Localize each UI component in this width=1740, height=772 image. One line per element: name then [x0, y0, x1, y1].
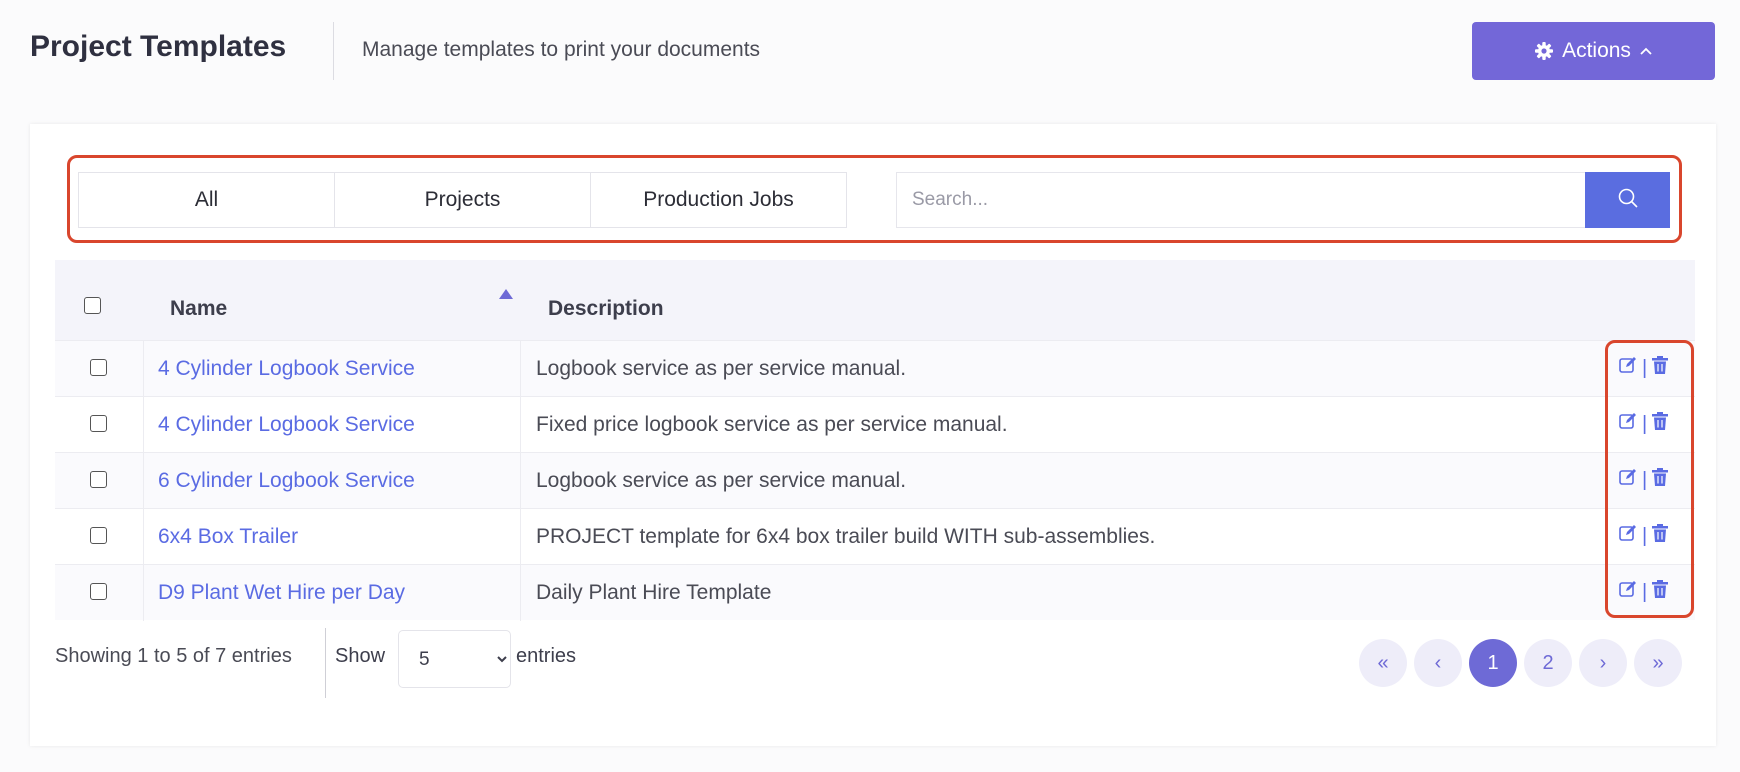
cell-divider — [143, 509, 144, 565]
template-description: PROJECT template for 6x4 box trailer bui… — [536, 525, 1156, 548]
templates-table: Name Description 4 Cylinder Logbook Serv… — [55, 260, 1695, 621]
template-description: Fixed price logbook service as per servi… — [536, 413, 1008, 436]
actions-button-label: Actions — [1562, 39, 1631, 62]
next-page-button[interactable]: › — [1579, 639, 1627, 687]
last-page-button[interactable]: » — [1634, 639, 1682, 687]
table-row: D9 Plant Wet Hire per Day Daily Plant Hi… — [55, 564, 1695, 621]
title-divider — [333, 22, 334, 80]
template-name-link[interactable]: 4 Cylinder Logbook Service — [158, 357, 415, 381]
table-row: 4 Cylinder Logbook Service Logbook servi… — [55, 340, 1695, 397]
page-subtitle: Manage templates to print your documents — [362, 38, 761, 61]
template-name-link[interactable]: 6 Cylinder Logbook Service — [158, 469, 415, 493]
table-info: Showing 1 to 5 of 7 entries — [55, 645, 292, 667]
table-row: 6 Cylinder Logbook Service Logbook servi… — [55, 452, 1695, 509]
footer-divider — [325, 628, 326, 698]
sort-asc-icon[interactable] — [499, 289, 513, 299]
column-header-name[interactable]: Name — [170, 297, 227, 321]
gear-icon — [1534, 41, 1554, 61]
template-name-link[interactable]: 6x4 Box Trailer — [158, 525, 298, 549]
column-header-description[interactable]: Description — [548, 297, 664, 321]
page-length-select[interactable]: 5 — [398, 630, 511, 688]
template-description: Logbook service as per service manual. — [536, 469, 907, 492]
table-body: 4 Cylinder Logbook Service Logbook servi… — [55, 340, 1695, 621]
page-button-2[interactable]: 2 — [1524, 639, 1572, 687]
template-description: Logbook service as per service manual. — [536, 357, 907, 380]
select-all-checkbox[interactable] — [84, 297, 101, 314]
cell-divider — [520, 509, 521, 565]
chevron-up-icon — [1639, 46, 1653, 56]
template-description: Daily Plant Hire Template — [536, 581, 772, 604]
previous-page-button[interactable]: ‹ — [1414, 639, 1462, 687]
row-checkbox[interactable] — [90, 583, 107, 600]
table-row: 6x4 Box Trailer PROJECT template for 6x4… — [55, 508, 1695, 565]
cell-divider — [520, 565, 521, 621]
cell-divider — [143, 565, 144, 621]
table-header: Name Description — [55, 260, 1695, 340]
cell-divider — [520, 341, 521, 397]
row-checkbox[interactable] — [90, 527, 107, 544]
template-name-link[interactable]: D9 Plant Wet Hire per Day — [158, 581, 405, 605]
row-actions-highlight-box — [1605, 340, 1694, 618]
page-title: Project Templates — [30, 30, 287, 63]
page-button-1[interactable]: 1 — [1469, 639, 1517, 687]
cell-divider — [143, 397, 144, 453]
actions-button[interactable]: Actions — [1472, 22, 1715, 80]
entries-label: entries — [516, 645, 577, 667]
show-label: Show — [335, 645, 386, 667]
pagination: « ‹ 1 2 › » — [1359, 639, 1682, 687]
page-header: Project Templates Manage templates to pr… — [0, 0, 1740, 100]
cell-divider — [143, 341, 144, 397]
row-checkbox[interactable] — [90, 359, 107, 376]
filter-highlight-box — [67, 155, 1682, 243]
first-page-button[interactable]: « — [1359, 639, 1407, 687]
row-checkbox[interactable] — [90, 471, 107, 488]
row-checkbox[interactable] — [90, 415, 107, 432]
template-name-link[interactable]: 4 Cylinder Logbook Service — [158, 413, 415, 437]
cell-divider — [143, 453, 144, 509]
table-row: 4 Cylinder Logbook Service Fixed price l… — [55, 396, 1695, 453]
cell-divider — [520, 397, 521, 453]
cell-divider — [520, 453, 521, 509]
